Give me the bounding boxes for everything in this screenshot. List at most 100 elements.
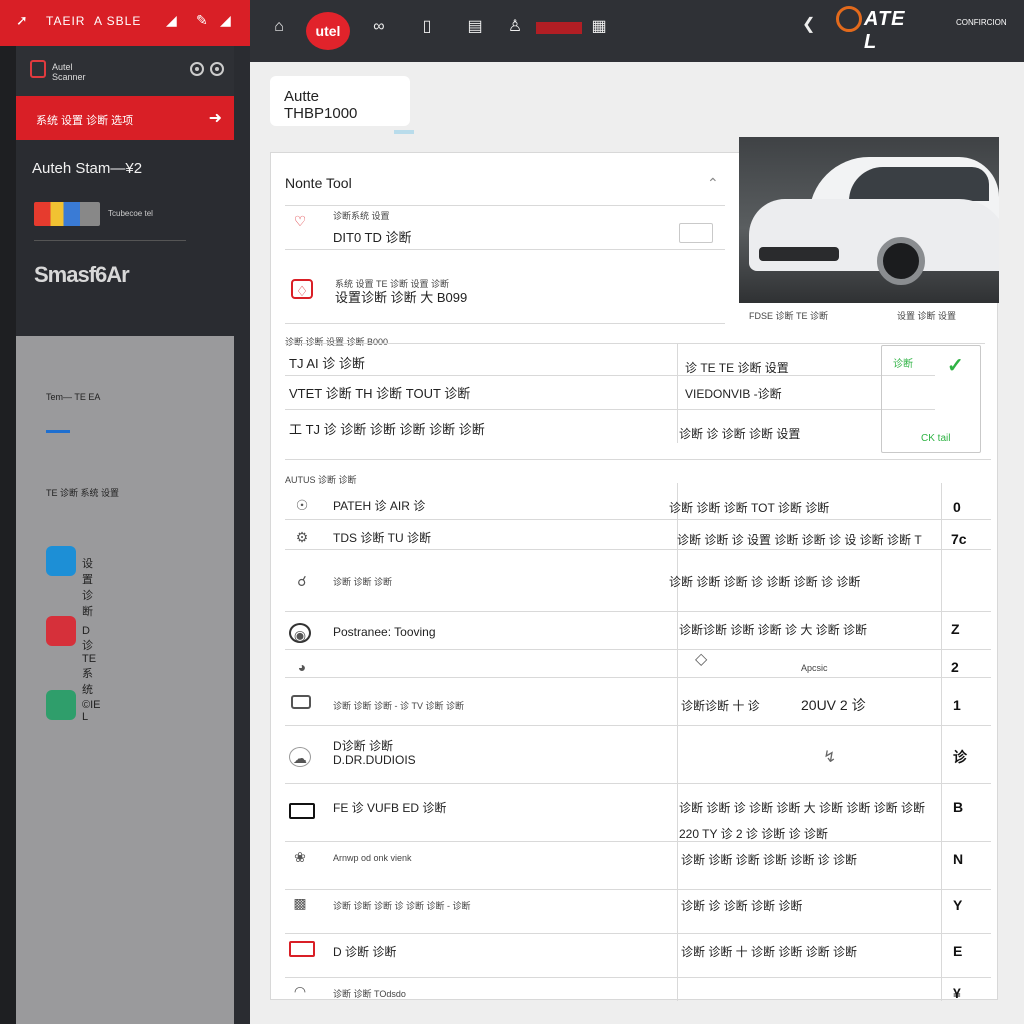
- edit-icon[interactable]: ✎: [196, 12, 208, 29]
- divider: [285, 323, 725, 324]
- car-wheel: [877, 237, 925, 285]
- arrow-right-icon: ➜: [208, 110, 222, 127]
- app-icon: [46, 546, 76, 576]
- list-item-label: PATEH 诊 AIR 诊: [333, 499, 426, 513]
- sidebar-top-bar: ➚ TAEIR A SBLE ◢ ✎ ◢: [0, 0, 250, 46]
- check-icon: ✓: [947, 355, 964, 377]
- divider: [285, 841, 991, 842]
- row-action-button[interactable]: [679, 223, 713, 243]
- divider: [285, 933, 991, 934]
- section-label: 诊断 诊断 设置 诊断 B000: [285, 337, 389, 347]
- table-cell: VTET 诊断 TH 诊断 TOUT 诊断: [289, 386, 471, 401]
- list-item-label: FE 诊 VUFB ED 诊断: [333, 801, 447, 815]
- user-icon[interactable]: ♙: [504, 16, 526, 38]
- vehicle-caption-right: 设置 诊断 设置: [897, 311, 957, 321]
- list-item-code: 1: [953, 697, 961, 713]
- status-bar: [536, 22, 582, 34]
- table-cell: 诊 TE TE 诊断 设置: [685, 361, 789, 375]
- divider: [285, 519, 991, 520]
- sidebar-top-label-2: A SBLE: [94, 14, 142, 28]
- list-item-code: B: [953, 799, 964, 815]
- divider: [285, 249, 725, 250]
- car-grill: [759, 247, 839, 261]
- list-item-label: 诊断 诊断 诊断: [333, 577, 393, 587]
- list-item-label: Arnwp od onk vienk: [333, 853, 412, 863]
- sidebar-indicator: [46, 430, 70, 433]
- list-item-label: 诊断 诊断 诊断 诊 诊断 诊断 - 诊断: [333, 901, 471, 911]
- app-logo-icon: [30, 60, 46, 78]
- sidebar-edge: [0, 46, 16, 1024]
- section-label: AUTUS 诊断 诊断: [285, 475, 357, 485]
- sidebar-mini-label-2: TE 诊断 系统 设置: [46, 488, 120, 498]
- warning-box-icon: [289, 941, 315, 957]
- list-item-code: E: [953, 943, 963, 959]
- cloud-icon: ☁: [289, 747, 311, 767]
- divider: [285, 409, 935, 410]
- list-item-label-2: D.DR.DUDIOIS: [333, 753, 416, 767]
- brand-text: Tcubecoe tel: [108, 209, 153, 218]
- column-divider: [941, 483, 942, 1001]
- list-item-value: 诊断 诊断 诊 设置 诊断 诊断 诊 设 诊断 诊断 T: [677, 533, 922, 547]
- fan-icon: ❀: [294, 849, 306, 865]
- sketch-icon: ◇: [695, 651, 708, 668]
- signal-icon: ◢: [166, 12, 177, 28]
- battery-icon: [291, 695, 311, 709]
- triangle-icon: ◢: [220, 12, 231, 28]
- chip-icon: ▩: [293, 895, 307, 911]
- brand-logo-icon: [836, 6, 862, 32]
- list-item-code: 2: [951, 659, 959, 675]
- sidebar-header: Autel Scanner: [16, 46, 234, 96]
- column-divider: [677, 343, 678, 443]
- divider: [285, 677, 991, 678]
- row-label: DIT0 TD 诊断: [333, 230, 412, 245]
- sketch-icon: ↯: [823, 749, 837, 766]
- sidebar-item-label: 设置 诊断: [82, 558, 93, 618]
- settings-toggle-icon[interactable]: [210, 62, 224, 76]
- list-item-code: ¥: [953, 985, 961, 1001]
- row-label: 设置诊断 诊断 大 B099: [335, 290, 468, 305]
- engine-icon: ⚙: [295, 529, 309, 545]
- arrow-icon[interactable]: ➚: [16, 12, 28, 29]
- sidebar-brand-2: Smasf6Ar: [34, 262, 130, 287]
- toggle-icon[interactable]: [190, 62, 204, 76]
- brand-word: ATE L: [864, 8, 906, 53]
- list-item-value: 诊断 诊断 诊断 诊 诊断 诊断 诊 诊断: [669, 575, 861, 589]
- divider: [285, 375, 935, 376]
- heart-icon: ♡: [293, 213, 307, 229]
- car-icon: ☌: [297, 573, 307, 589]
- divider: [285, 725, 991, 726]
- status-label: 诊断: [893, 359, 913, 370]
- tablet-icon[interactable]: ▯: [416, 16, 438, 38]
- car-window: [849, 167, 989, 201]
- list-item-value-2: 220 TY 诊 2 诊 诊断 诊 诊断: [679, 827, 828, 841]
- status-label-2: CK tail: [921, 433, 951, 444]
- chevron-up-icon[interactable]: ⌃: [707, 175, 719, 192]
- brand-pill-button[interactable]: utel: [306, 12, 350, 50]
- sidebar-mini-label: Tem— TE EA: [46, 392, 101, 402]
- sensor-icon: ☉: [295, 497, 309, 513]
- table-cell: 诊断 诊 诊断 诊断 设置: [679, 427, 801, 441]
- list-item-value: 诊断 诊断 诊断 诊断 诊断 诊 诊断: [681, 853, 858, 867]
- divider: [285, 459, 991, 460]
- sidebar-divider-line: [34, 240, 186, 241]
- sidebar-title: Auteh Stam—¥2: [32, 160, 143, 177]
- link-icon[interactable]: ∞: [368, 16, 390, 38]
- back-icon[interactable]: ❮: [802, 14, 815, 34]
- divider: [285, 889, 991, 890]
- home-icon[interactable]: ⌂: [268, 16, 290, 38]
- main-area: Autte THBP1000 FDSE 诊断 TE 诊断 设置 诊断 设置 No…: [250, 62, 1024, 1024]
- list-item-label: TDS 诊断 TU 诊断: [333, 531, 431, 545]
- tab-active[interactable]: Autte THBP1000: [270, 76, 414, 134]
- app-icon: [46, 690, 76, 720]
- list-item-label: D诊断 诊断: [333, 739, 394, 753]
- divider: [285, 783, 991, 784]
- sidebar-top-label: TAEIR: [46, 14, 86, 28]
- sidebar-divider: [234, 46, 250, 1024]
- table-cell: TJ AI 诊 诊断: [289, 356, 365, 371]
- document-icon[interactable]: ▤: [464, 16, 486, 38]
- sidebar-active-item[interactable]: 系统 设置 诊断 选项 ➜: [16, 96, 234, 140]
- column-divider: [677, 483, 678, 1001]
- calendar-icon[interactable]: ▦: [588, 16, 610, 38]
- divider: [285, 549, 991, 550]
- divider: [285, 205, 725, 206]
